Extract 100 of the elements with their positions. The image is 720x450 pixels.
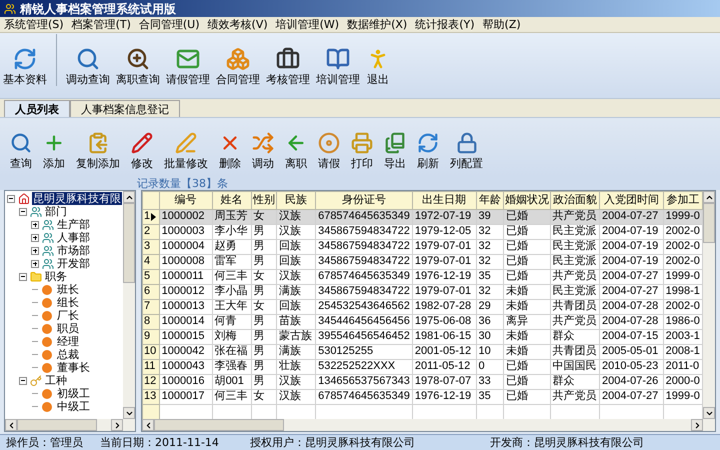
tree-item[interactable]: 总裁 xyxy=(56,348,80,361)
scroll-arrow-button[interactable] xyxy=(142,419,154,431)
toolbar-button[interactable]: 添加 xyxy=(39,132,69,170)
tree-item[interactable]: 职务 xyxy=(44,270,68,283)
toolbar-button[interactable]: 列配置 xyxy=(446,132,487,170)
scrollbar-thumb[interactable] xyxy=(154,419,284,431)
toolbar-button[interactable]: 请假 xyxy=(314,132,344,170)
column-header[interactable]: 编号 xyxy=(159,192,212,209)
column-header[interactable]: 姓名 xyxy=(212,192,252,209)
column-header[interactable]: 民族 xyxy=(276,192,316,209)
scrollbar-thumb[interactable] xyxy=(17,419,97,431)
table-row[interactable]: 8 1000014 何青 男 苗族 345446456456456 1975-06-08 36 离异 共产党员 2004-07-28 1986-0 xyxy=(142,314,702,329)
toolbar-button[interactable]: 培训管理 xyxy=(313,47,363,86)
table-row[interactable]: 11 1000043 李强春 男 壮族 532252522XXX 2011-05-12 0 已婚 中国国民 2010-05-23 2011-0 xyxy=(142,359,702,374)
table-row[interactable]: 10 1000042 张在福 男 满族 530125255 2001-05-12 10 未婚 共青团员 2005-05-01 2008-1 xyxy=(142,344,702,359)
table-cell: 回族 xyxy=(276,254,316,269)
table-row[interactable]: 3 1000004 赵勇 男 回族 345867594834722 1979-07-01 32 已婚 民主党派 2004-07-19 2002-0 xyxy=(142,239,702,254)
toolbar-button[interactable]: 调动 xyxy=(248,132,278,170)
toolbar-button[interactable]: 批量修改 xyxy=(160,132,212,170)
tree-item[interactable]: 职员 xyxy=(56,322,80,335)
expander-icon[interactable] xyxy=(31,246,39,254)
expander-icon[interactable] xyxy=(7,194,15,202)
horizontal-scrollbar[interactable] xyxy=(142,419,715,431)
toolbar-button[interactable]: 打印 xyxy=(347,132,377,170)
scroll-arrow-button[interactable] xyxy=(123,191,135,203)
table-row[interactable]: 5 1000011 何三丰 女 汉族 678574645635349 1976-12-19 35 已婚 共产党员 2004-07-27 1999-0 xyxy=(142,269,702,284)
menu-item[interactable]: 培训管理(W) xyxy=(272,18,344,32)
vertical-scrollbar[interactable] xyxy=(703,191,715,419)
toolbar-button[interactable]: 刷新 xyxy=(413,132,443,170)
toolbar-button[interactable]: 基本资料 xyxy=(0,47,50,86)
toolbar-button[interactable]: 退出 xyxy=(363,47,393,86)
scroll-arrow-button[interactable] xyxy=(5,419,17,431)
tree-item[interactable]: 人事部 xyxy=(56,231,91,244)
tree-item[interactable]: 开发部 xyxy=(56,257,91,270)
scroll-arrow-button[interactable] xyxy=(111,419,123,431)
column-header[interactable]: 年龄 xyxy=(476,192,504,209)
expander-icon[interactable] xyxy=(31,234,39,242)
scroll-arrow-button[interactable] xyxy=(691,419,703,431)
scroll-arrow-button[interactable] xyxy=(703,191,715,203)
column-header[interactable]: 性别 xyxy=(251,192,277,209)
expander-icon[interactable] xyxy=(31,260,39,268)
toolbar-button[interactable]: 调动查询 xyxy=(63,47,113,86)
horizontal-scrollbar[interactable] xyxy=(5,419,135,431)
tree-item[interactable]: 部门 xyxy=(44,205,68,218)
scroll-arrow-button[interactable] xyxy=(703,407,715,419)
menu-item[interactable]: 帮助(Z) xyxy=(478,18,525,32)
toolbar-button[interactable]: 请假管理 xyxy=(163,47,213,86)
expander-icon[interactable] xyxy=(19,272,27,280)
table-row[interactable]: 9 1000015 刘梅 男 蒙古族 395546456546452 1981-06-15 30 未婚 群众 2004-07-15 2003-1 xyxy=(142,329,702,344)
toolbar-button[interactable]: 考核管理 xyxy=(263,47,313,86)
tree-item[interactable]: 董事长 xyxy=(56,361,91,374)
column-header[interactable]: 出生日期 xyxy=(412,192,476,209)
toolbar-button[interactable]: 删除 xyxy=(215,132,245,170)
toolbar-button[interactable]: 修改 xyxy=(127,132,157,170)
tab[interactable]: 人事档案信息登记 xyxy=(70,100,180,117)
tree-item[interactable]: 中级工 xyxy=(56,400,91,413)
column-header[interactable]: 入党团时间 xyxy=(600,192,664,209)
expander-icon[interactable] xyxy=(19,208,27,216)
menu-item[interactable]: 档案管理(T) xyxy=(68,18,135,32)
menu-item[interactable]: 统计报表(Y) xyxy=(411,18,479,32)
tree-item[interactable]: 班长 xyxy=(56,283,80,296)
toolbar-button[interactable]: 查询 xyxy=(6,132,36,170)
table-row[interactable]: 12 1000016 胡001 男 汉族 134656537567343 1978-07-07 33 已婚 群众 2004-07-26 2000-0 xyxy=(142,374,702,389)
tree-item[interactable]: 经理 xyxy=(56,335,80,348)
table-cell: 2004-07-28 xyxy=(600,314,664,329)
menu-item[interactable]: 系统管理(S) xyxy=(0,18,68,32)
menu-item[interactable]: 绩效考核(V) xyxy=(204,18,272,32)
column-header[interactable]: 身份证号 xyxy=(316,192,412,209)
tab[interactable]: 人员列表 xyxy=(4,100,70,117)
menu-item[interactable]: 数据维护(X) xyxy=(343,18,412,32)
scrollbar-thumb[interactable] xyxy=(123,203,135,283)
table-row[interactable]: 7 1000013 王大年 女 回族 254532543646562 1982-07-28 29 未婚 共青团员 2004-07-28 2002-0 xyxy=(142,299,702,314)
tree-item[interactable]: 初级工 xyxy=(56,387,91,400)
tree-item[interactable]: 昆明灵豚科技有限 xyxy=(32,192,122,205)
envelope-icon xyxy=(176,47,200,71)
table-row[interactable]: 13 1000017 何三丰 女 汉族 678574645635349 1976-12-19 35 已婚 共产党员 2004-07-27 1999-0 xyxy=(142,389,702,404)
toolbar-button[interactable]: 离职 xyxy=(281,132,311,170)
expander-icon[interactable] xyxy=(19,376,27,384)
toolbar-button[interactable]: 复制添加 xyxy=(72,132,124,170)
table-row[interactable]: 6 1000012 李小晶 男 满族 345867594834722 1979-07-01 32 未婚 民主党派 2004-07-27 1998-1 xyxy=(142,284,702,299)
column-header[interactable]: 婚姻状况 xyxy=(504,192,550,209)
table-row[interactable]: 1 1000002 周玉芳 女 汉族 678574645635349 1972-07-19 39 已婚 共产党员 2004-07-27 1999-0 xyxy=(142,209,702,224)
scroll-arrow-button[interactable] xyxy=(123,407,135,419)
tree-item[interactable]: 组长 xyxy=(56,296,80,309)
tree-item[interactable]: 工种 xyxy=(44,374,68,387)
tree-item[interactable]: 生产部 xyxy=(56,218,91,231)
menu-item[interactable]: 合同管理(U) xyxy=(134,18,204,32)
column-header[interactable]: 参加工 xyxy=(663,192,702,209)
scrollbar-thumb[interactable] xyxy=(703,203,715,243)
column-header[interactable]: 政治面貌 xyxy=(550,192,600,209)
toolbar-button[interactable]: 导出 xyxy=(380,132,410,170)
expander-icon[interactable] xyxy=(31,220,39,228)
table-cell: 2011-05-12 xyxy=(412,359,476,374)
toolbar-button[interactable]: 离职查询 xyxy=(113,47,163,86)
tree-item[interactable]: 厂长 xyxy=(56,309,80,322)
toolbar-button[interactable]: 合同管理 xyxy=(213,47,263,86)
tree-item[interactable]: 市场部 xyxy=(56,244,91,257)
vertical-scrollbar[interactable] xyxy=(123,191,135,419)
table-row[interactable]: 2 1000003 李小华 男 汉族 345867594834722 1979-12-05 32 已婚 民主党派 2004-07-19 2002-0 xyxy=(142,224,702,239)
table-row[interactable]: 4 1000008 雷军 男 回族 345867594834722 1979-07-01 32 已婚 民主党派 2004-07-19 2002-0 xyxy=(142,254,702,269)
